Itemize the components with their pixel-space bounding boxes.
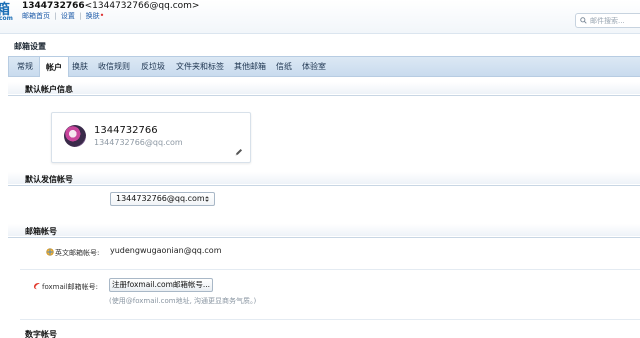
search-icon[interactable] <box>580 17 587 24</box>
section-mail-accounts: 邮箱帐号 <box>25 227 57 236</box>
tab-receive-rules[interactable]: 收信规则 <box>98 57 130 77</box>
globe-icon <box>46 248 54 256</box>
account-name: 1344732766 <box>22 1 85 11</box>
top-header: 箱 com 1344732766<1344732766@qq.com> 邮箱首页… <box>0 0 640 34</box>
qq-mail-logo[interactable]: 箱 com <box>0 0 13 28</box>
tab-other-mailboxes[interactable]: 其他邮箱 <box>234 57 266 77</box>
account-title: 1344732766<1344732766@qq.com> <box>22 1 199 11</box>
card-account-name: 1344732766 <box>94 125 158 136</box>
section-band <box>8 224 640 236</box>
tab-general[interactable]: 常规 <box>17 57 33 77</box>
section-divider <box>8 237 640 238</box>
pencil-icon[interactable] <box>235 148 243 156</box>
section-numeric-accounts: 数字帐号 <box>25 330 57 338</box>
foxmail-hint: (使用@foxmail.com地址, 沟通更显商务气质。) <box>109 297 257 305</box>
search-box[interactable] <box>575 13 640 28</box>
chevron-updown-icon <box>205 196 209 202</box>
tab-account[interactable]: 帐户 <box>39 56 69 78</box>
foxmail-account-label: foxmail邮箱帐号: <box>42 283 99 291</box>
top-links: 邮箱首页 | 设置 | 换肤• <box>22 11 105 20</box>
link-settings[interactable]: 设置 <box>61 12 75 20</box>
new-badge-dot: • <box>99 11 105 20</box>
page-title: 邮箱设置 <box>14 42 46 51</box>
section-band <box>8 172 640 184</box>
account-email: <1344732766@qq.com> <box>84 1 200 11</box>
card-account-email: 1344732766@qq.com <box>94 138 183 147</box>
section-default-account: 默认帐户信息 <box>25 85 73 94</box>
tab-lab[interactable]: 体验室 <box>302 57 326 77</box>
section-divider <box>8 95 640 96</box>
row-divider <box>20 269 640 270</box>
account-card: 1344732766 1344732766@qq.com <box>51 112 251 163</box>
link-change-skin[interactable]: 换肤 <box>86 12 100 20</box>
tab-stationery[interactable]: 信纸 <box>276 57 292 77</box>
section-band <box>8 82 640 94</box>
default-sender-value: 1344732766@qq.com <box>116 194 205 203</box>
search-input[interactable] <box>590 15 640 27</box>
english-account-value: yudengwugaonian@qq.com <box>110 246 222 255</box>
link-mail-home[interactable]: 邮箱首页 <box>22 12 50 20</box>
tab-skin[interactable]: 换肤 <box>72 57 88 77</box>
row-divider <box>20 319 640 320</box>
section-default-sender: 默认发信帐号 <box>25 175 73 184</box>
settings-tabbar: 常规 帐户 换肤 收信规则 反垃圾 文件夹和标签 其他邮箱 信纸 体验室 <box>8 56 640 78</box>
default-sender-select[interactable]: 1344732766@qq.com <box>110 192 215 206</box>
english-account-label: 英文邮箱帐号: <box>55 249 100 257</box>
avatar[interactable] <box>64 125 86 147</box>
foxmail-logo-icon <box>33 282 40 290</box>
register-foxmail-button[interactable]: 注册foxmail.com邮箱帐号... <box>109 278 213 292</box>
tab-folders-labels[interactable]: 文件夹和标签 <box>176 57 224 77</box>
section-divider <box>8 185 640 186</box>
tab-anti-spam[interactable]: 反垃圾 <box>141 57 165 77</box>
